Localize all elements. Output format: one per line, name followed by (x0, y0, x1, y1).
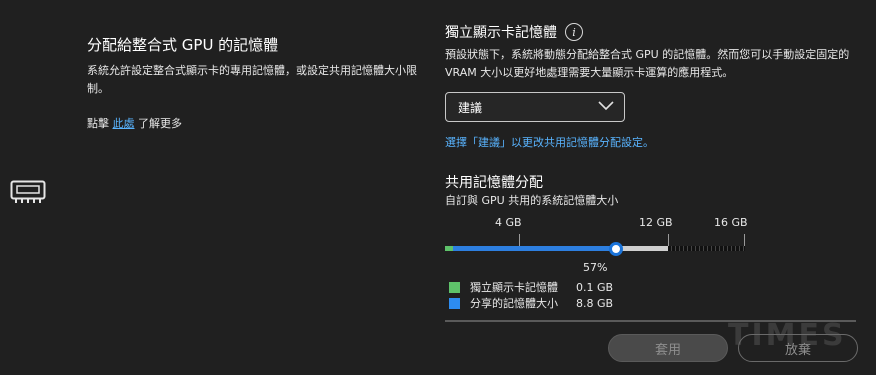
recommended-hint: 選擇「建議」以更改共用記憶體分配設定。 (445, 136, 654, 149)
memory-mode-dropdown[interactable]: 建議 (445, 92, 625, 122)
legend-swatch-green (449, 281, 460, 293)
track-reserved-segment (668, 246, 745, 251)
chevron-down-icon (598, 100, 614, 114)
legend-item-dedicated: 獨立顯示卡記憶體 0.1 GB (449, 279, 613, 295)
percent-label: 57% (583, 261, 608, 274)
shared-memory-title: 共用記憶體分配 (445, 175, 543, 191)
info-icon[interactable]: i (565, 23, 583, 41)
legend-swatch-blue (449, 297, 460, 309)
track-remaining-segment (616, 246, 668, 251)
slider-thumb[interactable] (609, 242, 623, 256)
cancel-button[interactable]: 放棄 (738, 334, 858, 362)
settings-page: 分配給整合式 GPU 的記憶體 系統允許設定整合式顯示卡的專用記憶體，或設定共用… (0, 0, 876, 375)
dropdown-selected-value: 建議 (458, 100, 483, 115)
legend-item-shared: 分享的記憶體大小 8.8 GB (449, 295, 613, 311)
learn-more-suffix: 了解更多 (138, 117, 182, 130)
dedicated-memory-title: 獨立顯示卡記憶體 (445, 25, 557, 41)
learn-more-prefix: 點擊 (87, 117, 109, 130)
tick-label-12gb: 12 GB (639, 216, 673, 229)
shared-memory-subtitle: 自訂與 GPU 共用的系統記憶體大小 (445, 194, 619, 207)
track-shared-segment (453, 246, 616, 251)
legend-label: 獨立顯示卡記憶體 (470, 281, 558, 294)
dedicated-memory-header: 獨立顯示卡記憶體 i (445, 22, 583, 42)
section-description: 系統允許設定整合式顯示卡的專用記憶體，或設定共用記憶體大小限制。 (87, 64, 417, 95)
dedicated-memory-description: 預設狀態下，系統將動態分配給整合式 GPU 的記憶體。然而您可以手動設定固定的 … (445, 48, 850, 79)
tick-label-16gb: 16 GB (714, 216, 748, 229)
section-title: 分配給整合式 GPU 的記憶體 (87, 36, 279, 54)
legend-value: 8.8 GB (576, 296, 614, 310)
learn-more-row: 點擊 此處 了解更多 (87, 115, 182, 131)
shared-memory-slider-track[interactable] (445, 244, 745, 254)
apply-button[interactable]: 套用 (608, 334, 728, 362)
memory-chip-icon (10, 180, 46, 204)
learn-more-link[interactable]: 此處 (113, 117, 135, 130)
tick-label-4gb: 4 GB (495, 216, 522, 229)
legend-value: 0.1 GB (576, 280, 614, 294)
legend-label: 分享的記憶體大小 (470, 297, 558, 310)
track-dedicated-segment (445, 246, 453, 251)
